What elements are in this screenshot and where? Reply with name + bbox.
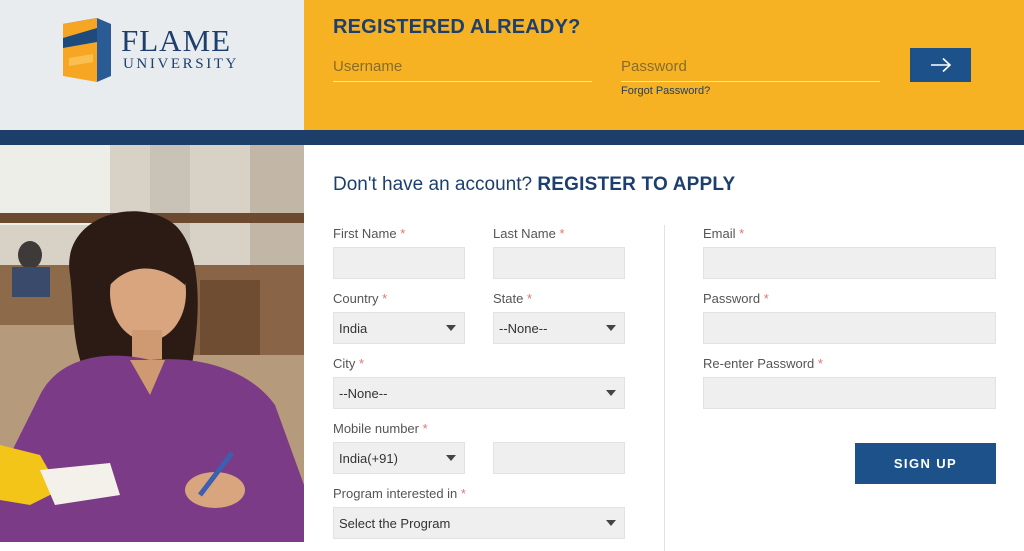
required-marker: * bbox=[817, 356, 823, 371]
program-select[interactable]: Select the Program bbox=[333, 507, 625, 539]
state-select[interactable]: --None-- bbox=[493, 312, 625, 344]
arrow-right-icon bbox=[930, 57, 951, 73]
required-marker: * bbox=[382, 291, 388, 306]
login-password-input[interactable] bbox=[621, 52, 880, 81]
last-name-label: Last Name * bbox=[493, 226, 565, 241]
state-label: State * bbox=[493, 291, 532, 306]
city-select[interactable]: --None-- bbox=[333, 377, 625, 409]
header-divider-band bbox=[0, 130, 1024, 145]
sign-up-button[interactable]: SIGN UP bbox=[855, 443, 996, 484]
country-label-text: Country bbox=[333, 291, 379, 306]
student-photo bbox=[0, 145, 304, 542]
register-heading-strong: REGISTER TO APPLY bbox=[537, 174, 736, 195]
register-form: Don't have an account? REGISTER TO APPLY… bbox=[304, 145, 1024, 551]
chevron-down-icon bbox=[606, 325, 616, 331]
email-label-text: Email bbox=[703, 226, 736, 241]
logo-area: FLAME UNIVERSITY bbox=[0, 0, 304, 130]
state-select-value: --None-- bbox=[499, 320, 548, 336]
mobile-label-text: Mobile number bbox=[333, 421, 419, 436]
first-name-label: First Name * bbox=[333, 226, 405, 241]
register-heading: Don't have an account? REGISTER TO APPLY bbox=[333, 174, 735, 196]
register-heading-prefix: Don't have an account? bbox=[333, 174, 533, 195]
required-marker: * bbox=[359, 356, 365, 371]
password-label-text: Password bbox=[703, 291, 761, 306]
required-marker: * bbox=[763, 291, 769, 306]
login-title: REGISTERED ALREADY? bbox=[333, 16, 581, 38]
forgot-password-link[interactable]: Forgot Password? bbox=[621, 85, 710, 97]
last-name-label-text: Last Name bbox=[493, 226, 556, 241]
chevron-down-icon bbox=[446, 325, 456, 331]
brand-line1: FLAME bbox=[121, 23, 232, 58]
password-field-wrap bbox=[621, 52, 880, 82]
reenter-password-label-text: Re-enter Password bbox=[703, 356, 815, 371]
country-select-value: India bbox=[339, 320, 368, 336]
brand-wordmark: FLAME UNIVERSITY bbox=[121, 23, 239, 72]
mobile-country-code-select[interactable]: India(+91) bbox=[333, 442, 465, 474]
password-label: Password * bbox=[703, 291, 769, 306]
student-photo-illustration bbox=[0, 145, 304, 542]
state-label-text: State bbox=[493, 291, 524, 306]
email-label: Email * bbox=[703, 226, 744, 241]
email-input[interactable] bbox=[703, 247, 996, 279]
login-panel: REGISTERED ALREADY? Forgot Password? bbox=[304, 0, 1024, 130]
country-select[interactable]: India bbox=[333, 312, 465, 344]
city-select-value: --None-- bbox=[339, 385, 388, 401]
chevron-down-icon bbox=[606, 390, 616, 396]
required-marker: * bbox=[739, 226, 745, 241]
username-field-wrap bbox=[333, 52, 592, 82]
country-label: Country * bbox=[333, 291, 387, 306]
required-marker: * bbox=[559, 226, 565, 241]
program-label: Program interested in * bbox=[333, 486, 466, 501]
brand-line2: UNIVERSITY bbox=[123, 56, 239, 72]
last-name-input[interactable] bbox=[493, 247, 625, 279]
mobile-label: Mobile number * bbox=[333, 421, 428, 436]
required-marker: * bbox=[422, 421, 428, 436]
required-marker: * bbox=[460, 486, 466, 501]
mobile-country-code-value: India(+91) bbox=[339, 450, 398, 466]
city-label: City * bbox=[333, 356, 364, 371]
chevron-down-icon bbox=[606, 520, 616, 526]
required-marker: * bbox=[526, 291, 533, 306]
required-marker: * bbox=[400, 226, 406, 241]
reenter-password-label: Re-enter Password * bbox=[703, 356, 823, 371]
program-label-text: Program interested in bbox=[333, 486, 458, 501]
first-name-input[interactable] bbox=[333, 247, 465, 279]
login-submit-button[interactable] bbox=[910, 48, 971, 82]
flame-logo-icon bbox=[63, 18, 111, 82]
reenter-password-input[interactable] bbox=[703, 377, 996, 409]
first-name-label-text: First Name bbox=[333, 226, 397, 241]
chevron-down-icon bbox=[446, 455, 456, 461]
form-column-divider bbox=[664, 225, 665, 551]
program-select-value: Select the Program bbox=[339, 515, 451, 531]
city-label-text: City bbox=[333, 356, 356, 371]
mobile-number-input[interactable] bbox=[493, 442, 625, 474]
password-input[interactable] bbox=[703, 312, 996, 344]
username-input[interactable] bbox=[333, 52, 592, 81]
